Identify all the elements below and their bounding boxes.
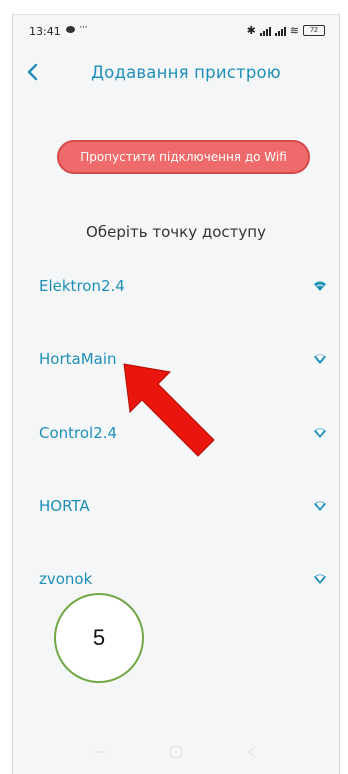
- bluetooth-icon: ✱: [246, 25, 256, 37]
- navigation-bar: [13, 730, 339, 774]
- network-item-zvonok[interactable]: zvonok: [13, 560, 339, 600]
- status-indicators: ✱ ≋ 72: [247, 24, 325, 37]
- wifi-status-icon: ≋: [289, 25, 299, 37]
- menu-nav-icon[interactable]: [91, 743, 109, 761]
- wifi-icon: [314, 574, 326, 584]
- chevron-left-icon: [27, 63, 38, 81]
- network-name: zvonok: [39, 570, 93, 588]
- network-name: Control2.4: [39, 424, 118, 442]
- status-time: 13:41: [29, 25, 61, 38]
- status-bar: 13:41 ··· ✱ ≋ 72: [13, 15, 339, 45]
- red-arrow-annotation: [123, 363, 215, 457]
- network-name: HORTA: [39, 497, 90, 515]
- back-button[interactable]: [21, 59, 47, 85]
- home-nav-icon[interactable]: [167, 743, 185, 761]
- signal-icon: [259, 26, 271, 36]
- back-nav-icon[interactable]: [243, 743, 261, 761]
- wifi-icon: [314, 501, 326, 511]
- chat-notification-icon: [66, 26, 75, 33]
- network-item-elektron[interactable]: Elektron2.4: [13, 267, 339, 307]
- signal-icon-2: [274, 26, 286, 36]
- more-notifications-icon: ···: [79, 21, 88, 33]
- wifi-icon: [314, 354, 326, 364]
- wifi-icon: [314, 281, 326, 291]
- battery-icon: 72: [303, 25, 325, 36]
- access-point-heading: Оберіть точку доступу: [86, 223, 266, 241]
- skip-wifi-button[interactable]: Пропустити підключення до Wifi: [57, 140, 310, 174]
- network-item-horta[interactable]: HORTA: [13, 487, 339, 527]
- wifi-icon: [314, 428, 326, 438]
- network-name: Elektron2.4: [39, 277, 125, 295]
- header: Додавання пристрою: [13, 55, 339, 91]
- network-name: HortaMain: [39, 350, 117, 368]
- page-title: Додавання пристрою: [91, 63, 281, 82]
- step-number-circle: 5: [54, 593, 144, 683]
